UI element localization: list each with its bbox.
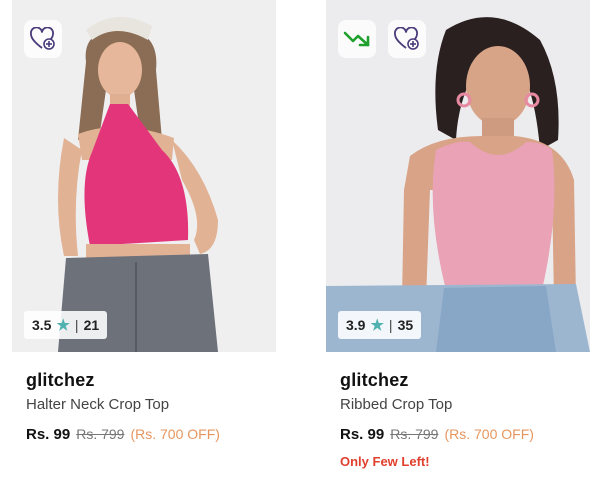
price-row: Rs. 99 Rs. 799 (Rs. 700 OFF) <box>26 424 276 445</box>
wishlist-button[interactable] <box>388 20 426 58</box>
review-count: 21 <box>83 317 100 333</box>
star-icon: ★ <box>56 316 70 334</box>
rating-divider: | <box>388 317 393 333</box>
wishlist-button[interactable] <box>24 20 62 58</box>
star-icon: ★ <box>370 316 384 334</box>
original-price: Rs. 799 <box>390 426 439 442</box>
heart-plus-icon <box>394 27 419 50</box>
product-title[interactable]: Ribbed Crop Top <box>340 395 590 415</box>
rating-badge: 3.5 ★ | 21 <box>24 311 108 339</box>
rating-value: 3.9 <box>346 317 366 333</box>
discount-label: (Rs. 700 OFF) <box>130 426 220 442</box>
discount-label: (Rs. 700 OFF) <box>444 426 534 442</box>
rating-badge: 3.9 ★ | 35 <box>338 311 422 339</box>
sale-price: Rs. 99 <box>26 426 71 443</box>
product-brand[interactable]: glitchez <box>26 369 276 391</box>
rating-divider: | <box>74 317 79 333</box>
stock-warning: Only Few Left! <box>340 454 430 469</box>
product-brand[interactable]: glitchez <box>340 369 590 391</box>
product-image[interactable]: 3.9 ★ | 35 <box>326 0 590 352</box>
product-title[interactable]: Halter Neck Crop Top <box>26 395 276 415</box>
rating-value: 3.5 <box>32 317 52 333</box>
price-trend-button[interactable] <box>338 20 376 58</box>
product-card[interactable]: 3.9 ★ | 35 glitchez Ribbed Crop Top Rs. … <box>326 0 590 469</box>
product-card[interactable]: 3.5 ★ | 21 glitchez Halter Neck Crop Top… <box>12 0 276 445</box>
original-price: Rs. 799 <box>76 426 125 442</box>
sale-price: Rs. 99 <box>340 426 385 443</box>
review-count: 35 <box>397 317 414 333</box>
heart-plus-icon <box>30 27 55 50</box>
trend-down-icon <box>343 31 370 47</box>
product-image[interactable]: 3.5 ★ | 21 <box>12 0 276 352</box>
price-row: Rs. 99 Rs. 799 (Rs. 700 OFF) <box>340 424 590 445</box>
